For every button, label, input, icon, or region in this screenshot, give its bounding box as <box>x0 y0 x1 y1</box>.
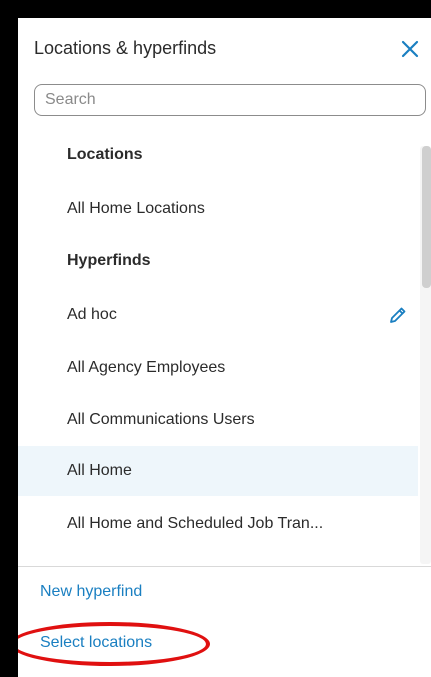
list-item-label: All Communications Users <box>67 411 255 428</box>
panel-header: Locations & hyperfinds <box>18 18 431 84</box>
list-item-all-agency-employees[interactable]: All Agency Employees <box>18 343 418 393</box>
new-hyperfind-link[interactable]: New hyperfind <box>40 583 142 601</box>
list-item-label: All Agency Employees <box>67 359 226 376</box>
hyperfinds-heading: Hyperfinds <box>18 236 418 286</box>
list-item-all-home[interactable]: All Home <box>18 446 418 496</box>
list-item-label: All Home Locations <box>67 200 205 217</box>
footer-divider <box>18 566 431 567</box>
scrollbar-thumb[interactable] <box>422 146 431 288</box>
list-item-label: All Home <box>67 462 132 479</box>
list-item-all-communications-users[interactable]: All Communications Users <box>18 395 418 445</box>
locations-heading: Locations <box>18 130 418 180</box>
list-item-ad-hoc[interactable]: Ad hoc <box>18 290 418 340</box>
hyperfinds-heading-label: Hyperfinds <box>67 252 151 269</box>
select-locations-link[interactable]: Select locations <box>40 634 152 652</box>
panel-title: Locations & hyperfinds <box>34 38 217 58</box>
list-item-label: All Home and Scheduled Job Tran... <box>67 515 324 532</box>
close-icon[interactable] <box>399 38 421 60</box>
search-input[interactable] <box>34 84 426 116</box>
list-item-label: Ad hoc <box>67 306 117 323</box>
list-item-all-home-locations[interactable]: All Home Locations <box>18 184 418 234</box>
locations-hyperfinds-panel: Locations & hyperfinds Locations All Hom… <box>18 18 431 677</box>
locations-list: Locations All Home Locations Hyperfinds … <box>18 130 418 564</box>
list-item-all-home-and-scheduled[interactable]: All Home and Scheduled Job Tran... <box>18 499 418 549</box>
pencil-icon[interactable] <box>388 305 408 325</box>
locations-heading-label: Locations <box>67 146 143 163</box>
